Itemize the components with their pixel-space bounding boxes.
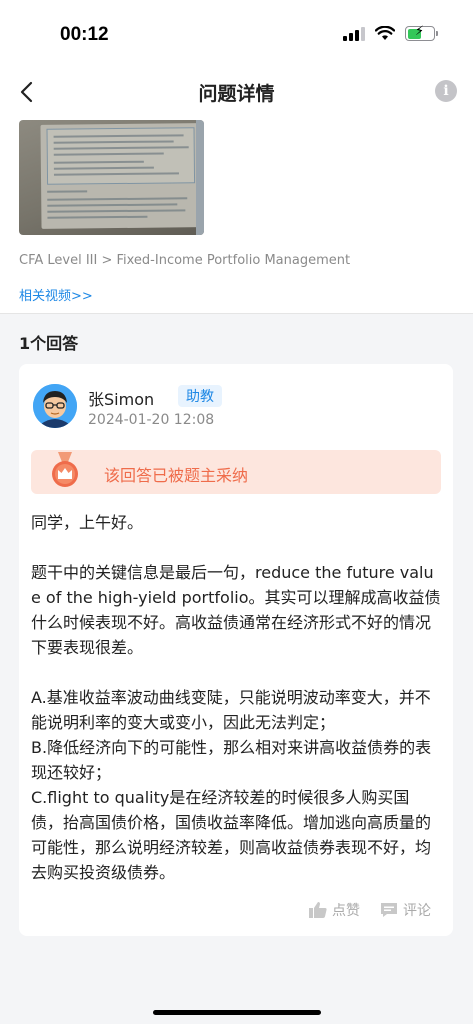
wifi-icon	[375, 26, 395, 40]
question-section: CFA Level III > Fixed-Income Portfolio M…	[0, 120, 473, 314]
status-bar: 00:12 ⚡	[0, 0, 473, 64]
role-badge: 助教	[178, 385, 222, 407]
page-title: 问题详情	[198, 83, 275, 105]
avatar[interactable]	[33, 384, 77, 428]
accepted-banner: 该回答已被题主采纳	[31, 450, 441, 494]
comment-button[interactable]: 评论	[380, 900, 431, 920]
breadcrumb: CFA Level III > Fixed-Income Portfolio M…	[19, 253, 351, 268]
comment-label: 评论	[403, 903, 431, 919]
answer-card: 张Simon 助教 2024-01-20 12:08 该回答已被题主采纳 同学，…	[19, 364, 453, 936]
answer-paragraph	[31, 535, 441, 560]
question-image[interactable]	[19, 120, 204, 235]
answer-paragraph	[31, 660, 441, 685]
thumbs-up-icon	[309, 902, 327, 918]
status-icons: ⚡	[343, 24, 438, 41]
answer-paragraph: 同学，上午好。	[31, 513, 144, 532]
answer-paragraph: 题干中的关键信息是最后一句，reduce the future value of…	[31, 563, 441, 657]
status-time: 00:12	[60, 24, 109, 45]
answer-paragraph: C.flight to quality是在经济较差的时候很多人购买国债，抬高国债…	[31, 788, 432, 882]
like-label: 点赞	[332, 903, 360, 919]
answer-actions: 点赞 评论	[309, 900, 431, 920]
home-indicator	[153, 1010, 321, 1015]
answers-count: 1个回答	[19, 334, 79, 353]
like-button[interactable]: 点赞	[309, 900, 360, 920]
avatar-face-icon	[33, 384, 77, 428]
related-video-link[interactable]: 相关视频>>	[19, 285, 93, 304]
comment-icon	[381, 903, 397, 917]
navigation-bar: 问题详情 i	[0, 64, 473, 120]
battery-charging-icon: ⚡	[405, 24, 438, 41]
author-name: 张Simon	[88, 390, 155, 409]
answer-body: 同学，上午好。 题干中的关键信息是最后一句，reduce the future …	[31, 510, 441, 885]
answer-paragraph: A.基准收益率波动曲线变陡，只能说明波动率变大，并不能说明利率的变大或变小，因此…	[31, 688, 431, 732]
answer-timestamp: 2024-01-20 12:08	[88, 412, 215, 428]
crown-medal-icon	[52, 452, 78, 487]
info-icon[interactable]: i	[435, 80, 457, 102]
answer-paragraph: B.降低经济向下的可能性，那么相对来讲高收益债券的表现还较好；	[31, 738, 432, 782]
cellular-signal-icon	[343, 26, 365, 41]
accepted-text: 该回答已被题主采纳	[104, 466, 249, 485]
